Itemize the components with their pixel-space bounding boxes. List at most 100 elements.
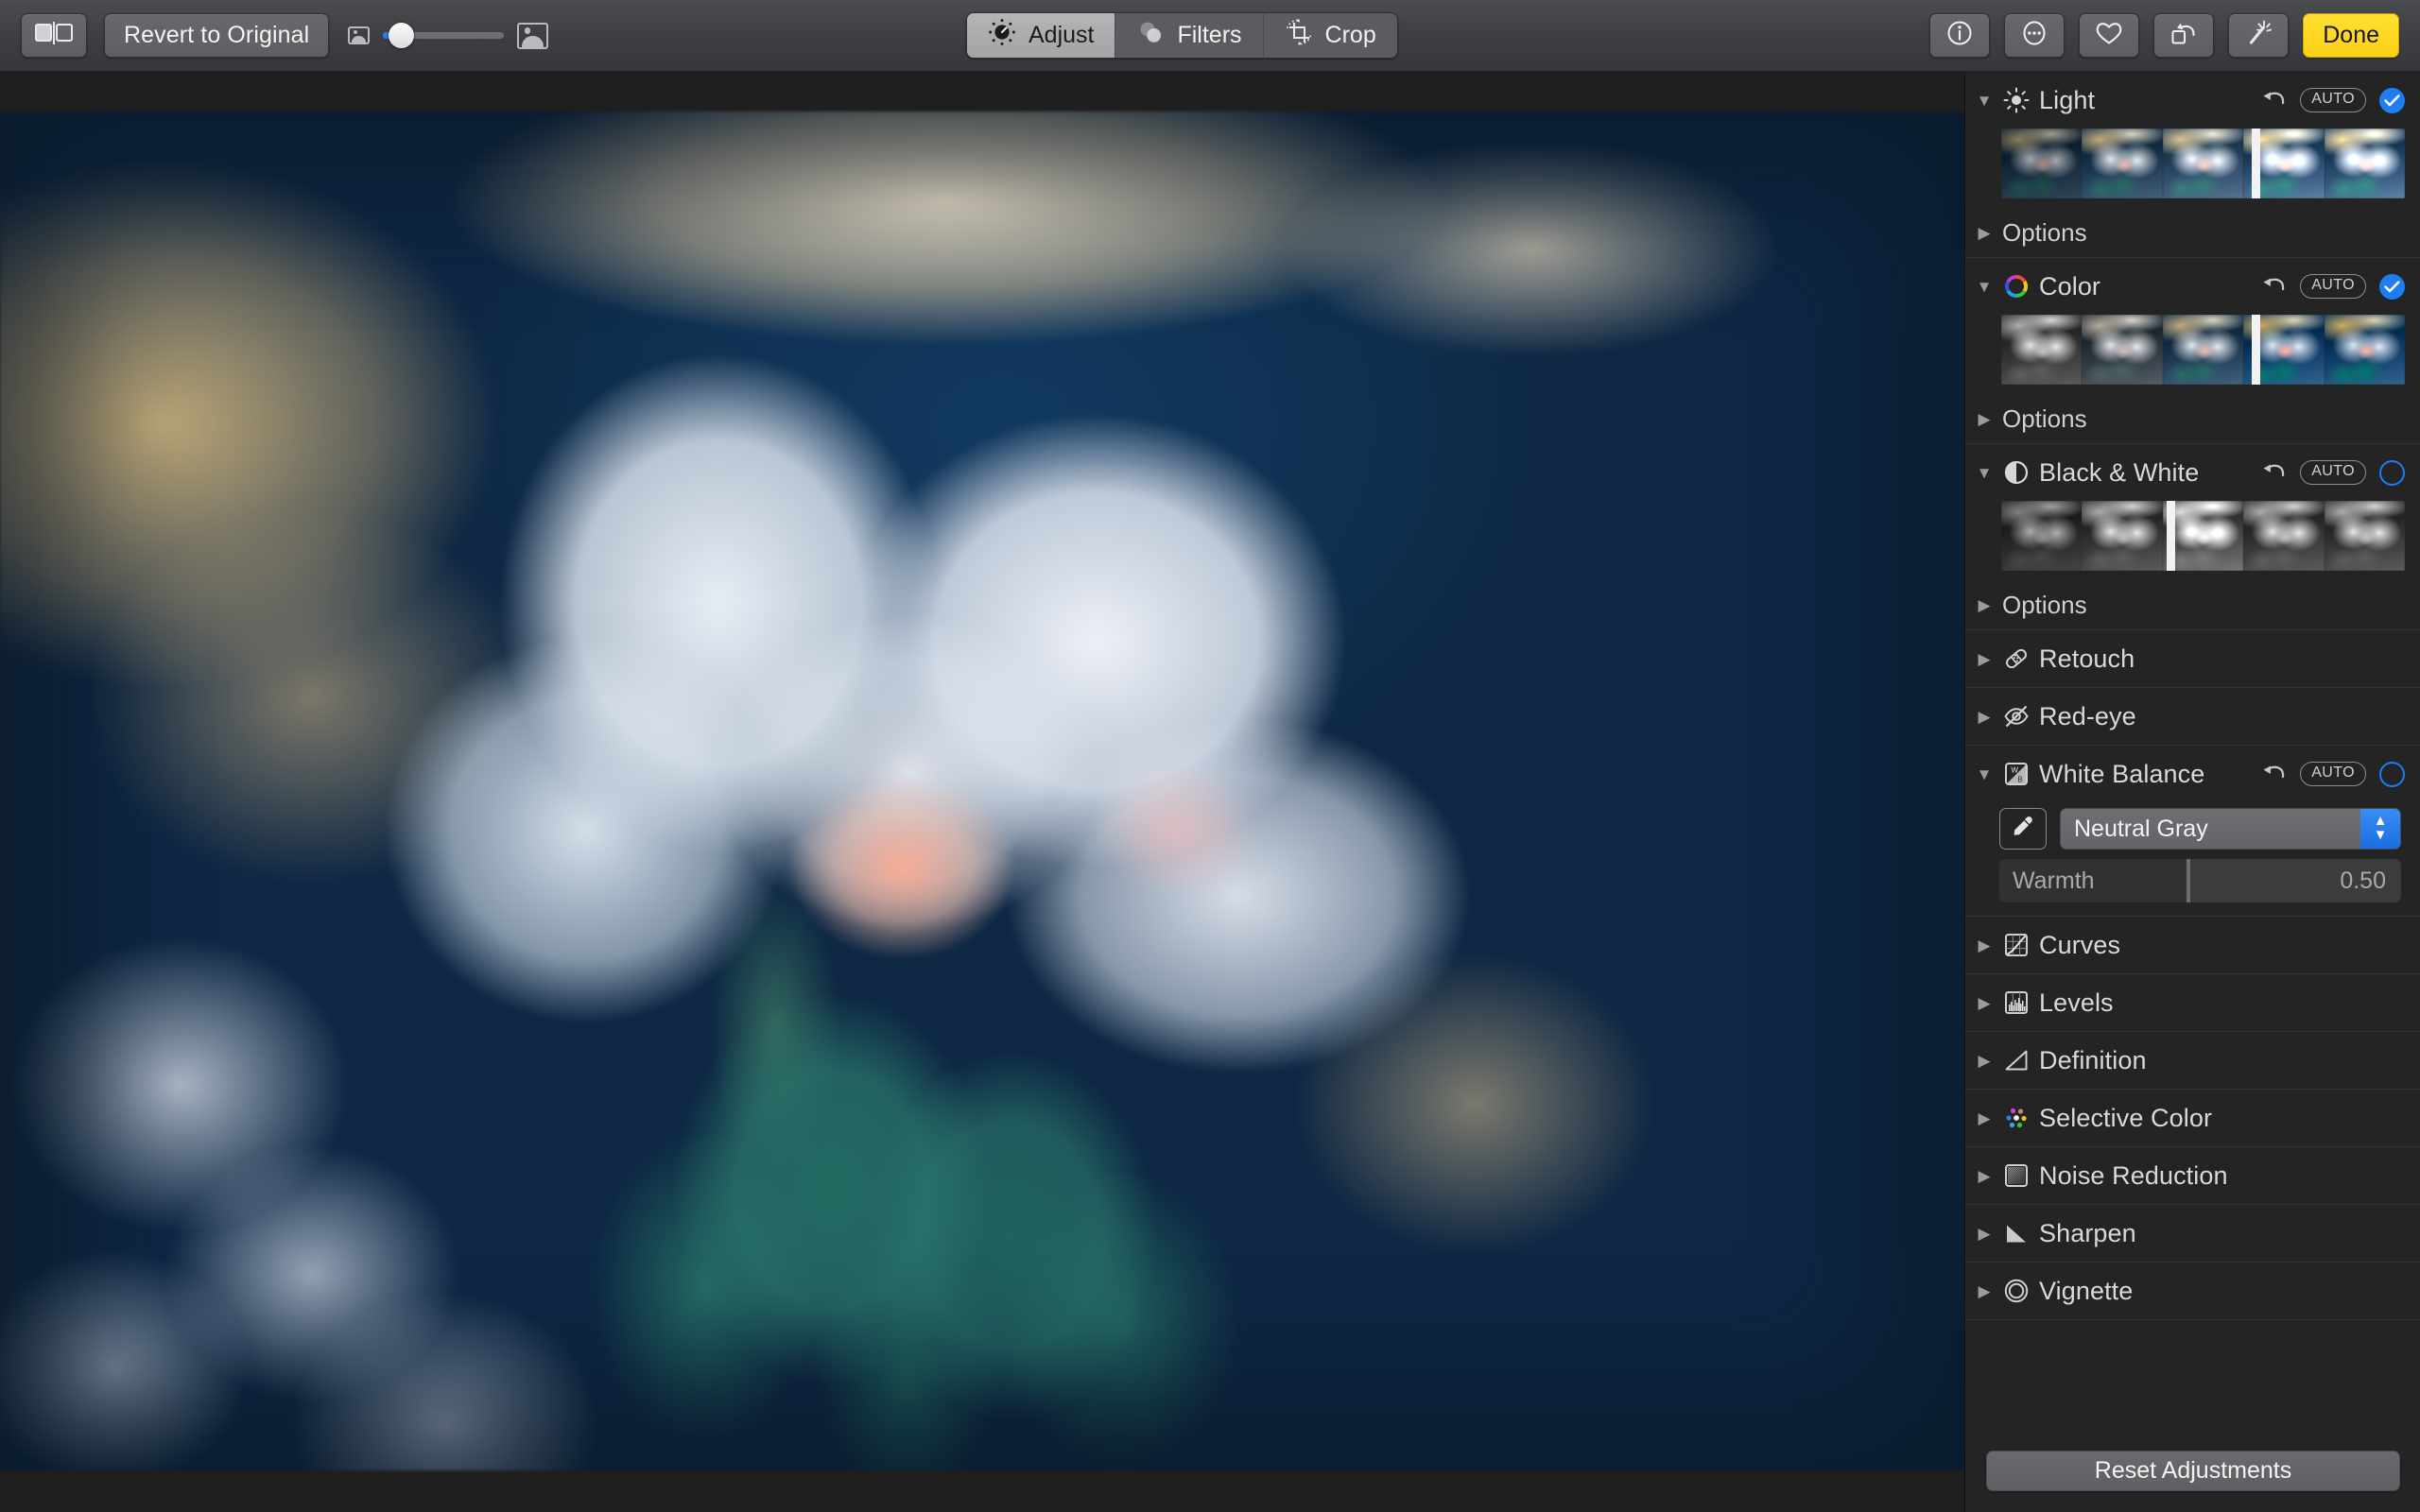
section-header-red-eye[interactable]: ▶ Red-eye [1965, 688, 2420, 745]
preset-thumbnail-image [2324, 315, 2405, 385]
options-row-black-and-white[interactable]: ▶ Options [1965, 580, 2420, 629]
zoom-slider[interactable] [383, 23, 504, 48]
preset-thumbnail-strip-black-and-white[interactable] [2001, 501, 2405, 571]
tab-adjust[interactable]: Adjust [967, 13, 1116, 58]
preset-thumbnail-strip-color[interactable] [2001, 315, 2405, 385]
enable-toggle-color[interactable] [2379, 273, 2405, 300]
auto-button-light[interactable]: AUTO [2300, 88, 2366, 112]
chevron-down-icon[interactable]: ▼ [1975, 93, 1994, 109]
info-button[interactable] [1929, 13, 1991, 58]
chevron-right-icon[interactable]: ▶ [1975, 411, 1994, 427]
section-header-sharpen[interactable]: ▶ Sharpen [1965, 1205, 2420, 1262]
zoom-slider-knob[interactable] [389, 23, 414, 48]
preset-strip-playhead[interactable] [2167, 501, 2176, 571]
ellipsis-circle-icon [2020, 19, 2048, 52]
preset-thumbnail[interactable] [2001, 315, 2083, 385]
preset-strip-playhead[interactable] [2252, 129, 2260, 198]
auto-button-white-balance[interactable]: AUTO [2300, 762, 2366, 786]
revert-to-original-label: Revert to Original [124, 22, 310, 48]
chevron-right-icon[interactable]: ▶ [1975, 1053, 1994, 1069]
revert-to-original-button[interactable]: Revert to Original [104, 13, 330, 58]
done-button[interactable]: Done [2303, 13, 2399, 58]
section-controls-light: AUTO [2260, 87, 2405, 113]
section-header-light[interactable]: ▼ Light AUTO [1965, 72, 2420, 129]
section-header-noise-reduction[interactable]: ▶ Noise Reduction [1965, 1147, 2420, 1204]
preset-thumbnail-image [2324, 129, 2405, 198]
photo-small-icon[interactable] [348, 26, 370, 44]
preset-thumbnail[interactable] [2243, 501, 2325, 571]
more-options-button[interactable] [2004, 13, 2066, 58]
enable-toggle-black-and-white[interactable] [2379, 459, 2405, 486]
section-light: ▼ Light AUTO ▶ Options [1965, 72, 2420, 258]
revert-arrow-icon[interactable] [2260, 459, 2287, 486]
preset-thumbnail[interactable] [2001, 129, 2083, 198]
preset-thumbnail[interactable] [2324, 129, 2405, 198]
preset-thumbnail[interactable] [2082, 501, 2163, 571]
options-row-color[interactable]: ▶ Options [1965, 394, 2420, 443]
section-title-definition: Definition [2039, 1045, 2147, 1074]
chevron-down-icon[interactable]: ▼ [1975, 465, 1994, 481]
reset-adjustments-button[interactable]: Reset Adjustments [1986, 1451, 2400, 1491]
photo-canvas[interactable] [0, 72, 1964, 1512]
magic-wand-icon [2243, 19, 2273, 52]
section-header-white-balance[interactable]: ▼ W B White Balance AUTO [1965, 746, 2420, 802]
tab-filters[interactable]: Filters [1115, 13, 1264, 58]
enable-toggle-light[interactable] [2379, 87, 2405, 113]
chevron-right-icon[interactable]: ▶ [1975, 1283, 1994, 1299]
chevron-right-icon[interactable]: ▶ [1975, 651, 1994, 667]
rotate-counterclockwise-icon [2169, 19, 2199, 52]
chevron-right-icon[interactable]: ▶ [1975, 709, 1994, 725]
preset-thumbnail-image [2324, 501, 2405, 571]
preset-thumbnail[interactable] [2001, 501, 2083, 571]
auto-button-color[interactable]: AUTO [2300, 274, 2366, 299]
edited-photo[interactable] [0, 112, 1964, 1470]
compare-original-button[interactable] [21, 13, 87, 58]
revert-arrow-icon[interactable] [2260, 273, 2287, 300]
section-header-black-and-white[interactable]: ▼ Black & White AUTO [1965, 444, 2420, 501]
photo-large-icon[interactable] [517, 22, 548, 49]
favorite-button[interactable] [2079, 13, 2140, 58]
chevron-right-icon[interactable]: ▶ [1975, 1168, 1994, 1184]
section-sharpen: ▶ Sharpen [1965, 1205, 2420, 1263]
chevron-down-icon[interactable]: ▼ [1975, 766, 1994, 782]
preset-thumbnail[interactable] [2324, 315, 2405, 385]
chevron-up-down-icon[interactable]: ▲ ▼ [2360, 809, 2400, 849]
preset-thumbnail[interactable] [2162, 315, 2244, 385]
auto-enhance-button[interactable] [2228, 13, 2290, 58]
warmth-slider[interactable]: Warmth 0.50 [1999, 859, 2401, 902]
white-balance-mode-select[interactable]: Neutral Gray ▲ ▼ [2060, 808, 2401, 850]
section-header-vignette[interactable]: ▶ Vignette [1965, 1263, 2420, 1319]
warmth-slider-thumb[interactable] [2186, 859, 2190, 902]
chevron-right-icon[interactable]: ▶ [1975, 1110, 1994, 1126]
preset-thumbnail[interactable] [2082, 315, 2163, 385]
tab-crop[interactable]: Crop [1264, 13, 1397, 58]
preset-thumbnail-strip-light[interactable] [2001, 129, 2405, 198]
preset-thumbnail[interactable] [2162, 129, 2244, 198]
rotate-button[interactable] [2153, 13, 2215, 58]
chevron-right-icon[interactable]: ▶ [1975, 1226, 1994, 1242]
chevron-right-icon[interactable]: ▶ [1975, 225, 1994, 241]
revert-arrow-icon[interactable] [2260, 761, 2287, 787]
preset-thumbnail[interactable] [2324, 501, 2405, 571]
options-row-light[interactable]: ▶ Options [1965, 208, 2420, 257]
eyedropper-button[interactable] [1999, 808, 2047, 850]
preset-thumbnail-image [2001, 129, 2083, 198]
section-title-noise-reduction: Noise Reduction [2039, 1160, 2228, 1190]
chevron-down-icon[interactable]: ▼ [1975, 279, 1994, 295]
section-header-levels[interactable]: ▶ Levels [1965, 974, 2420, 1031]
chevron-right-icon[interactable]: ▶ [1975, 597, 1994, 613]
section-header-selective-color[interactable]: ▶ Selective Color [1965, 1090, 2420, 1146]
chevron-right-icon[interactable]: ▶ [1975, 937, 1994, 954]
preset-strip-playhead[interactable] [2252, 315, 2260, 385]
section-header-definition[interactable]: ▶ Definition [1965, 1032, 2420, 1089]
section-header-retouch[interactable]: ▶ Retouch [1965, 630, 2420, 687]
preset-thumbnail[interactable] [2082, 129, 2163, 198]
section-title-color: Color [2039, 271, 2101, 301]
chevron-right-icon[interactable]: ▶ [1975, 995, 1994, 1011]
auto-button-black-and-white[interactable]: AUTO [2300, 460, 2366, 485]
svg-text:W: W [2011, 766, 2018, 775]
section-header-curves[interactable]: ▶ Curves [1965, 917, 2420, 973]
section-header-color[interactable]: ▼ Color AUTO [1965, 258, 2420, 315]
revert-arrow-icon[interactable] [2260, 87, 2287, 113]
enable-toggle-white-balance[interactable] [2379, 761, 2405, 787]
